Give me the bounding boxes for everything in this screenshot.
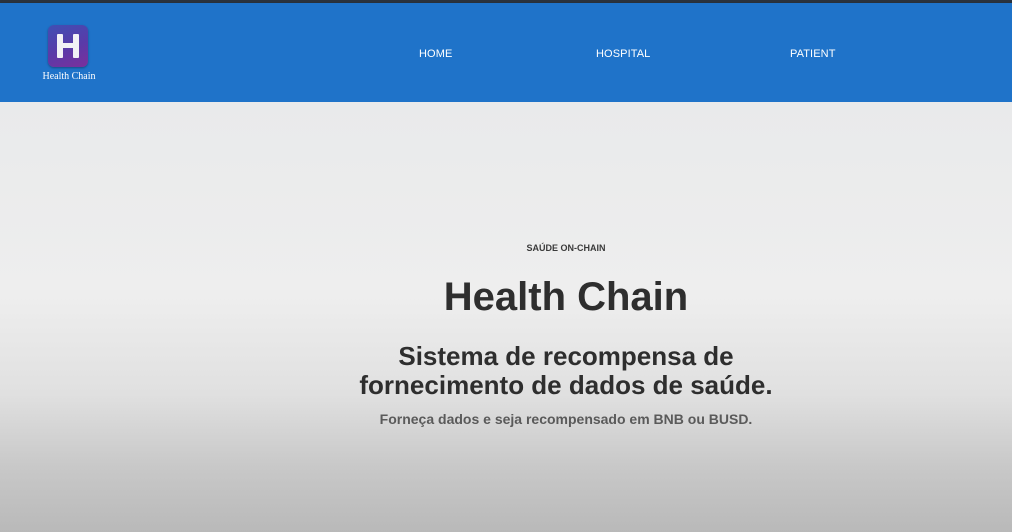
h-letter-logo-icon xyxy=(48,25,88,67)
hero-eyebrow: SAÚDE ON-CHAIN xyxy=(526,243,606,253)
hero-subtitle-line2: fornecimento de dados de saúde. xyxy=(359,370,773,400)
navbar: Health Chain HOME HOSPITAL PATIENT xyxy=(0,3,1012,102)
brand-logo-link[interactable]: Health Chain xyxy=(36,25,102,85)
brand-name: Health Chain xyxy=(42,71,96,82)
hero-title: Health Chain xyxy=(443,275,689,319)
hero-section: SAÚDE ON-CHAIN Health Chain Sistema de r… xyxy=(0,102,1012,532)
hero-tagline: Forneça dados e seja recompensado em BNB… xyxy=(379,411,753,427)
nav-link-home[interactable]: HOME xyxy=(419,48,452,60)
hero-subtitle-line1: Sistema de recompensa de xyxy=(398,341,734,371)
hero-subtitle: Sistema de recompensa de fornecimento de… xyxy=(266,342,866,400)
nav-link-hospital[interactable]: HOSPITAL xyxy=(596,48,650,60)
nav-link-patient[interactable]: PATIENT xyxy=(790,48,836,60)
